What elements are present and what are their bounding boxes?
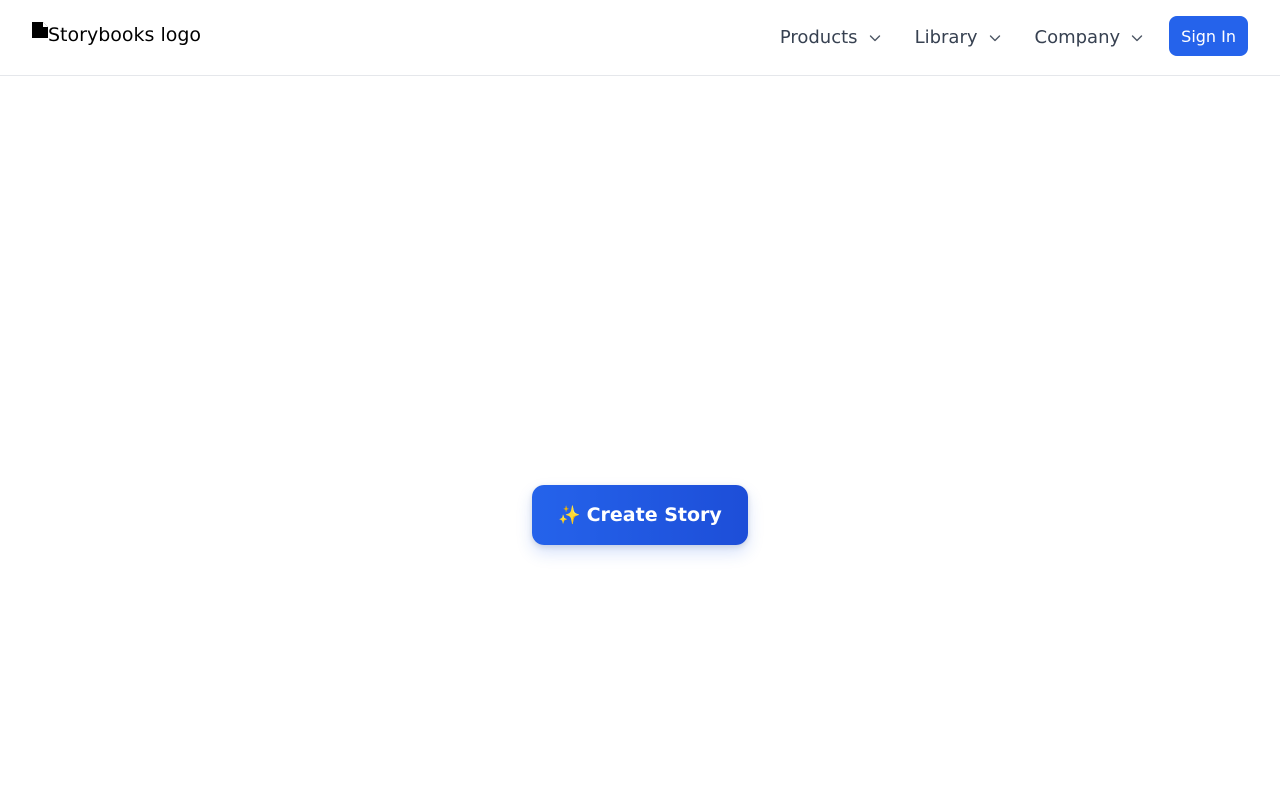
nav-item-company[interactable]: Company — [1035, 27, 1144, 48]
nav-item-library[interactable]: Library — [915, 27, 1001, 48]
nav-item-label: Company — [1034, 26, 1121, 48]
create-story-button[interactable]: ✨ Create Story — [532, 485, 748, 545]
nav-item-products[interactable]: Products — [780, 27, 881, 48]
broken-image-icon — [32, 22, 48, 38]
nav-item-label: Library — [914, 26, 978, 48]
create-story-label: Create Story — [586, 504, 722, 526]
main-nav: Products Library Company Sign In — [780, 0, 1248, 74]
logo[interactable]: Storybooks logo — [32, 22, 201, 48]
site-header: Storybooks logo Products Library Company… — [0, 0, 1280, 76]
logo-alt-text: Storybooks logo — [48, 24, 202, 46]
chevron-down-icon — [1131, 35, 1143, 42]
chevron-down-icon — [869, 35, 880, 42]
sparkles-icon: ✨ — [558, 504, 581, 526]
sign-in-button[interactable]: Sign In — [1169, 16, 1248, 56]
chevron-down-icon — [989, 35, 1000, 42]
nav-item-label: Products — [779, 26, 858, 48]
